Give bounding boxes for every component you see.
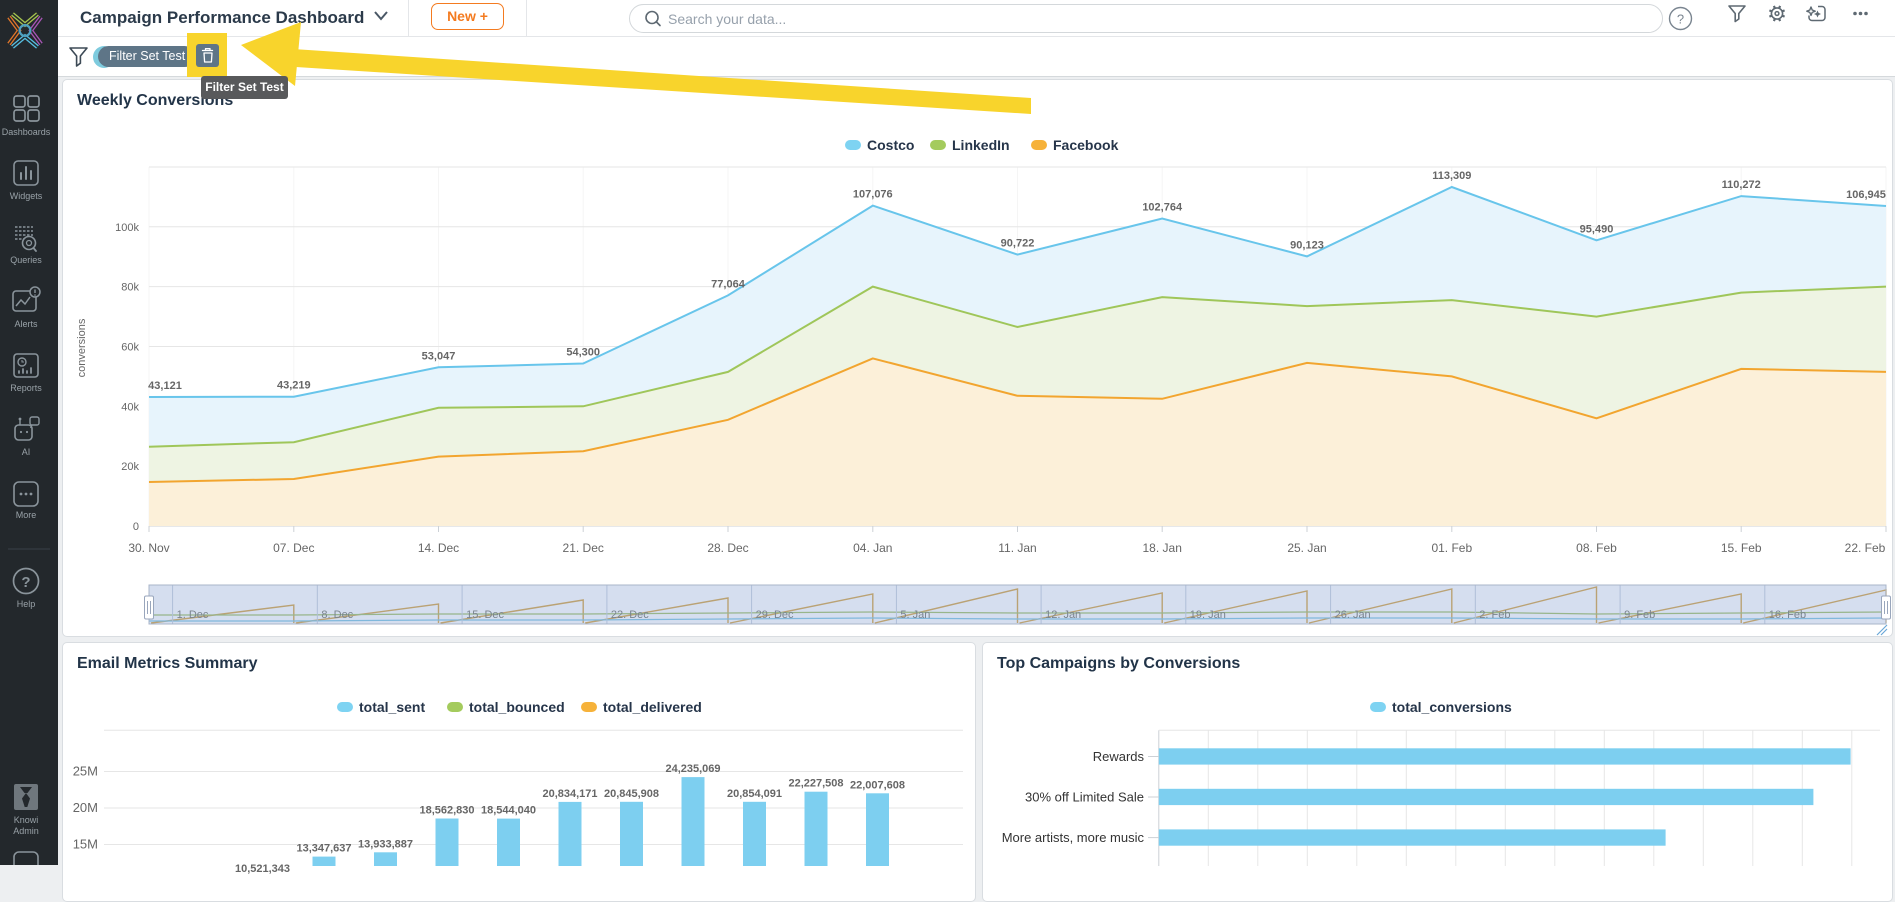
svg-text:More artists, more music: More artists, more music: [1002, 830, 1145, 845]
svg-text:19. Jan: 19. Jan: [1190, 609, 1226, 621]
svg-text:113,309: 113,309: [1432, 170, 1471, 182]
svg-text:04. Jan: 04. Jan: [853, 541, 892, 555]
svg-text:12. Jan: 12. Jan: [1045, 609, 1081, 621]
svg-text:20M: 20M: [73, 800, 98, 815]
svg-text:Rewards: Rewards: [1093, 749, 1145, 764]
svg-text:8. Dec: 8. Dec: [321, 609, 353, 621]
svg-text:18,562,830: 18,562,830: [419, 805, 474, 817]
svg-text:30. Nov: 30. Nov: [128, 541, 169, 555]
svg-text:13,347,637: 13,347,637: [296, 843, 351, 855]
svg-text:100k: 100k: [115, 222, 139, 234]
svg-text:77,064: 77,064: [711, 278, 746, 290]
svg-text:25M: 25M: [73, 764, 98, 779]
svg-text:21. Dec: 21. Dec: [563, 541, 604, 555]
svg-text:107,076: 107,076: [853, 189, 893, 201]
svg-text:26. Jan: 26. Jan: [1335, 609, 1371, 621]
svg-text:Queries: Queries: [10, 255, 42, 265]
svg-text:07. Dec: 07. Dec: [273, 541, 314, 555]
svg-text:Help: Help: [17, 599, 36, 609]
svg-text:22. Dec: 22. Dec: [611, 609, 649, 621]
svg-text:20k: 20k: [121, 461, 139, 473]
svg-text:?: ?: [1677, 12, 1684, 27]
svg-text:102,764: 102,764: [1142, 202, 1183, 214]
svg-text:25. Jan: 25. Jan: [1287, 541, 1326, 555]
svg-text:13,933,887: 13,933,887: [358, 838, 413, 850]
svg-text:30% off Limited Sale: 30% off Limited Sale: [1025, 789, 1144, 804]
svg-text:?: ?: [21, 574, 30, 591]
svg-text:Admin: Admin: [13, 826, 39, 836]
svg-text:total_sent: total_sent: [359, 699, 425, 715]
svg-text:5. Jan: 5. Jan: [900, 609, 930, 621]
svg-text:More: More: [16, 510, 37, 520]
svg-text:24,235,069: 24,235,069: [665, 763, 720, 775]
svg-text:01. Feb: 01. Feb: [1431, 541, 1472, 555]
svg-text:20,845,908: 20,845,908: [604, 788, 659, 800]
svg-text:total_conversions: total_conversions: [1392, 699, 1512, 715]
svg-text:14. Dec: 14. Dec: [418, 541, 459, 555]
svg-text:15. Dec: 15. Dec: [466, 609, 504, 621]
svg-text:18. Jan: 18. Jan: [1143, 541, 1182, 555]
svg-text:Widgets: Widgets: [10, 191, 43, 201]
svg-text:60k: 60k: [121, 342, 139, 354]
svg-text:43,121: 43,121: [148, 380, 182, 392]
svg-text:90,722: 90,722: [1001, 238, 1035, 250]
svg-text:conversions: conversions: [76, 318, 88, 377]
svg-text:16. Feb: 16. Feb: [1769, 609, 1806, 621]
svg-text:90,123: 90,123: [1290, 239, 1324, 251]
svg-text:AI: AI: [22, 447, 31, 457]
svg-text:08. Feb: 08. Feb: [1576, 541, 1617, 555]
svg-text:10,521,343: 10,521,343: [235, 863, 290, 875]
svg-text:Facebook: Facebook: [1053, 137, 1119, 153]
svg-text:Reports: Reports: [10, 383, 42, 393]
svg-text:43,219: 43,219: [277, 380, 311, 392]
svg-text:9. Feb: 9. Feb: [1624, 609, 1655, 621]
svg-text:54,300: 54,300: [566, 347, 600, 359]
svg-text:0: 0: [133, 521, 139, 533]
svg-text:40k: 40k: [121, 401, 139, 413]
svg-text:18,544,040: 18,544,040: [481, 805, 536, 817]
svg-text:20,854,091: 20,854,091: [727, 788, 782, 800]
svg-text:15M: 15M: [73, 837, 98, 852]
svg-text:Knowi: Knowi: [14, 815, 39, 825]
svg-text:Alerts: Alerts: [14, 319, 38, 329]
svg-text:Dashboards: Dashboards: [2, 127, 51, 137]
svg-text:29. Dec: 29. Dec: [756, 609, 794, 621]
svg-text:22,007,608: 22,007,608: [850, 779, 905, 791]
svg-text:106,945: 106,945: [1846, 189, 1886, 201]
svg-text:53,047: 53,047: [422, 350, 456, 362]
svg-text:Costco: Costco: [867, 137, 914, 153]
svg-text:11. Jan: 11. Jan: [998, 541, 1036, 555]
svg-text:total_bounced: total_bounced: [469, 699, 565, 715]
svg-text:22,227,508: 22,227,508: [788, 778, 843, 790]
svg-text:110,272: 110,272: [1722, 179, 1761, 191]
svg-text:20,834,171: 20,834,171: [542, 788, 597, 800]
svg-text:15. Feb: 15. Feb: [1721, 541, 1762, 555]
svg-text:1. Dec: 1. Dec: [177, 609, 209, 621]
svg-text:80k: 80k: [121, 282, 139, 294]
svg-text:LinkedIn: LinkedIn: [952, 137, 1010, 153]
svg-text:95,490: 95,490: [1580, 223, 1614, 235]
svg-text:2. Feb: 2. Feb: [1479, 609, 1510, 621]
svg-text:total_delivered: total_delivered: [603, 699, 702, 715]
svg-text:22. Feb: 22. Feb: [1845, 541, 1886, 555]
svg-text:28. Dec: 28. Dec: [707, 541, 748, 555]
